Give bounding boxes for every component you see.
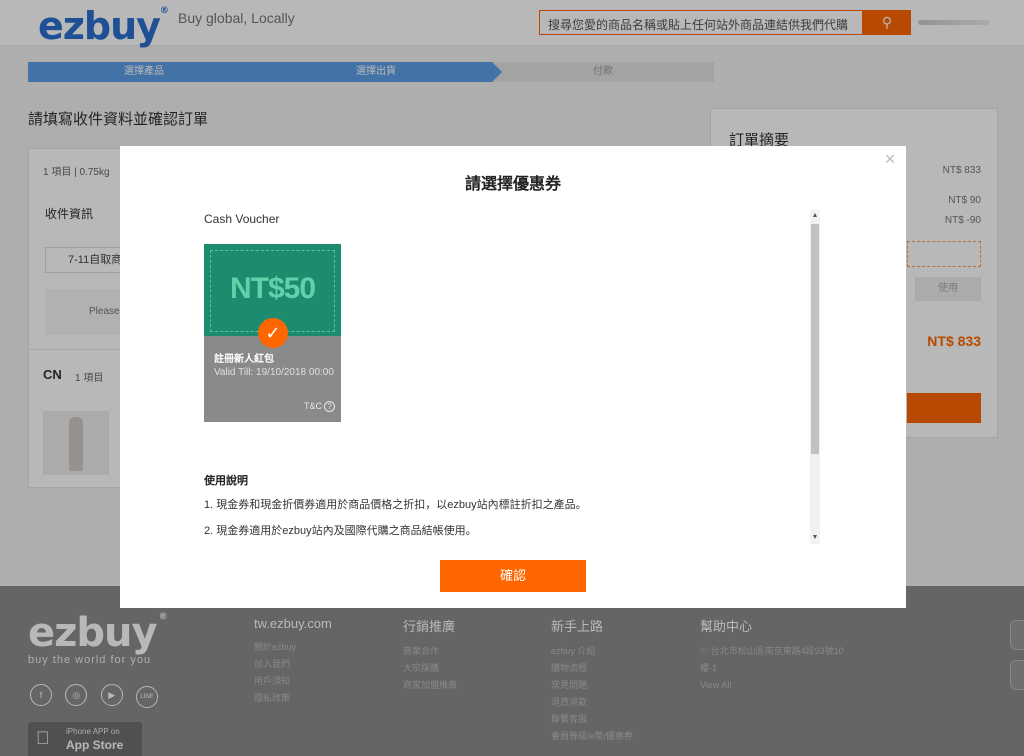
modal-body: Cash Voucher NT$50 ✓ 註冊新人紅包 Valid Till: …: [204, 210, 822, 544]
confirm-button[interactable]: 確認: [440, 560, 586, 592]
selected-check-icon: ✓: [258, 318, 288, 348]
voucher-valid-till: Valid Till: 19/10/2018 00:00: [214, 367, 334, 378]
modal-title: 請選擇優惠券: [464, 176, 561, 193]
voucher-name: 註冊新人紅包: [214, 354, 274, 365]
voucher-section-label: Cash Voucher: [204, 212, 280, 226]
modal-scrollbar[interactable]: ▲ ▼: [810, 210, 820, 544]
voucher-amount: NT$50: [229, 272, 316, 305]
voucher-card[interactable]: NT$50 ✓ 註冊新人紅包 Valid Till: 19/10/2018 00…: [204, 244, 341, 422]
tc-label: T&C: [304, 401, 322, 411]
close-icon[interactable]: ×: [882, 150, 898, 168]
scroll-down-arrow-icon[interactable]: ▼: [810, 532, 820, 544]
scroll-thumb[interactable]: [811, 224, 819, 454]
scroll-up-arrow-icon[interactable]: ▲: [810, 210, 820, 222]
usage-line: 2. 現金券適用於ezbuy站內及國際代購之商品結帳使用。: [204, 525, 477, 537]
voucher-tc[interactable]: T&C?: [304, 401, 335, 412]
usage-line: 1. 現金券和現金折價券適用於商品價格之折扣，以ezbuy站內標註折扣之產品。: [204, 499, 587, 511]
question-icon: ?: [324, 401, 335, 412]
usage-title: 使用說明: [204, 475, 248, 487]
voucher-modal: × 請選擇優惠券 Cash Voucher NT$50 ✓ 註冊新人紅包 Val…: [120, 146, 906, 608]
